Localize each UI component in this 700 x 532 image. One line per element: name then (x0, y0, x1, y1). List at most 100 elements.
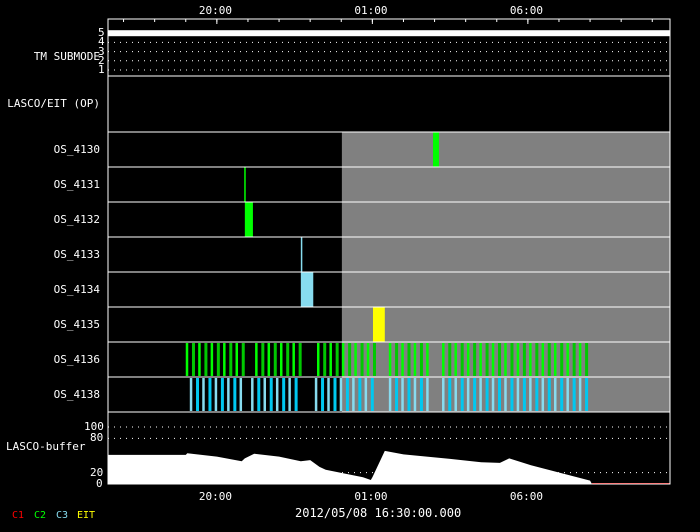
event-bar (510, 378, 514, 411)
event-bar (244, 167, 246, 202)
event-bar (578, 378, 582, 411)
event-bar (491, 343, 495, 376)
x-tick-label-top: 20:00 (198, 4, 232, 17)
event-bar (314, 378, 318, 411)
event-bar (223, 343, 226, 376)
event-bar (239, 378, 243, 411)
buffer-tick-label: 80 (90, 431, 104, 445)
event-bar (572, 343, 576, 376)
row-label-os_4135: OS_4135 (53, 318, 100, 331)
tm-submode-label: TM SUBMODE (33, 50, 100, 63)
timeline-plot (107, 18, 671, 485)
event-bar (395, 378, 399, 411)
event-bar (261, 343, 265, 376)
event-bar (257, 378, 261, 411)
event-bar (454, 343, 457, 376)
event-bar (547, 343, 551, 376)
event-bar (473, 378, 477, 411)
event-bar (401, 343, 404, 376)
event-bar (335, 343, 339, 376)
event-bar (294, 378, 298, 411)
event-bar (220, 378, 224, 411)
event-bar (529, 378, 532, 411)
event-bar (442, 343, 445, 376)
event-bar (454, 378, 457, 411)
event-bar (585, 378, 589, 411)
event-bar (364, 378, 368, 411)
event-bar (541, 343, 545, 376)
event-bar (535, 343, 539, 376)
row-label-os_4131: OS_4131 (53, 178, 100, 191)
event-bar (460, 378, 464, 411)
event-bar (210, 343, 214, 376)
event-bar (288, 378, 291, 411)
buffer-label: LASCO-buffer (6, 440, 86, 453)
event-bar (407, 378, 411, 411)
event-bar (214, 378, 218, 411)
event-bar (547, 378, 551, 411)
event-bar (566, 343, 569, 376)
row-label-os_4134: OS_4134 (53, 283, 100, 296)
event-bar (279, 343, 283, 376)
event-bar (419, 343, 423, 376)
event-bar (300, 272, 314, 307)
event-bar (553, 378, 557, 411)
row-label-os_4138: OS_4138 (53, 388, 100, 401)
event-bar (466, 378, 470, 411)
event-bar (198, 343, 201, 376)
event-bar (401, 378, 404, 411)
x-tick-label-bottom: 01:00 (354, 490, 388, 503)
x-tick-label-top: 01:00 (354, 4, 388, 17)
event-bar (241, 343, 245, 376)
event-bar (504, 343, 507, 376)
event-bar (426, 343, 429, 376)
event-bar (216, 343, 220, 376)
event-bar (267, 343, 271, 376)
event-bar (572, 378, 576, 411)
event-bar (388, 378, 392, 411)
event-bar (460, 343, 464, 376)
event-bar (329, 343, 332, 376)
event-bar (541, 378, 545, 411)
event-bar (407, 343, 411, 376)
event-bar (560, 343, 564, 376)
tm-tick-label: 1 (98, 63, 105, 76)
event-bar (269, 378, 273, 411)
event-bar (510, 343, 514, 376)
event-bar (585, 343, 589, 376)
buffer-area (108, 450, 670, 484)
event-bar (395, 343, 399, 376)
event-bar (189, 378, 193, 411)
x-tick-label-bottom: 20:00 (198, 490, 232, 503)
event-bar (229, 343, 233, 376)
event-bar (251, 378, 254, 411)
event-bar (298, 343, 302, 376)
event-bar (360, 343, 364, 376)
event-bar (553, 343, 557, 376)
event-bar (485, 343, 489, 376)
event-bar (413, 378, 417, 411)
row-label-os_4130: OS_4130 (53, 143, 100, 156)
event-bar (491, 378, 495, 411)
event-bar (348, 343, 352, 376)
event-bar (196, 378, 200, 411)
event-bar (185, 343, 189, 376)
event-bar (292, 343, 295, 376)
event-bar (372, 307, 385, 342)
event-bar (327, 378, 330, 411)
event-bar (566, 378, 569, 411)
legend-c1: C1 (12, 510, 25, 521)
event-bar (339, 378, 343, 411)
event-bar (479, 343, 482, 376)
event-bar (413, 343, 417, 376)
event-bar (529, 343, 532, 376)
event-bar (473, 343, 477, 376)
event-bar (286, 343, 290, 376)
event-bar (522, 378, 526, 411)
event-bar (448, 378, 452, 411)
event-bar (317, 343, 320, 376)
event-bar (535, 378, 539, 411)
event-bar (227, 378, 230, 411)
event-bar (282, 378, 286, 411)
event-bar (208, 378, 212, 411)
